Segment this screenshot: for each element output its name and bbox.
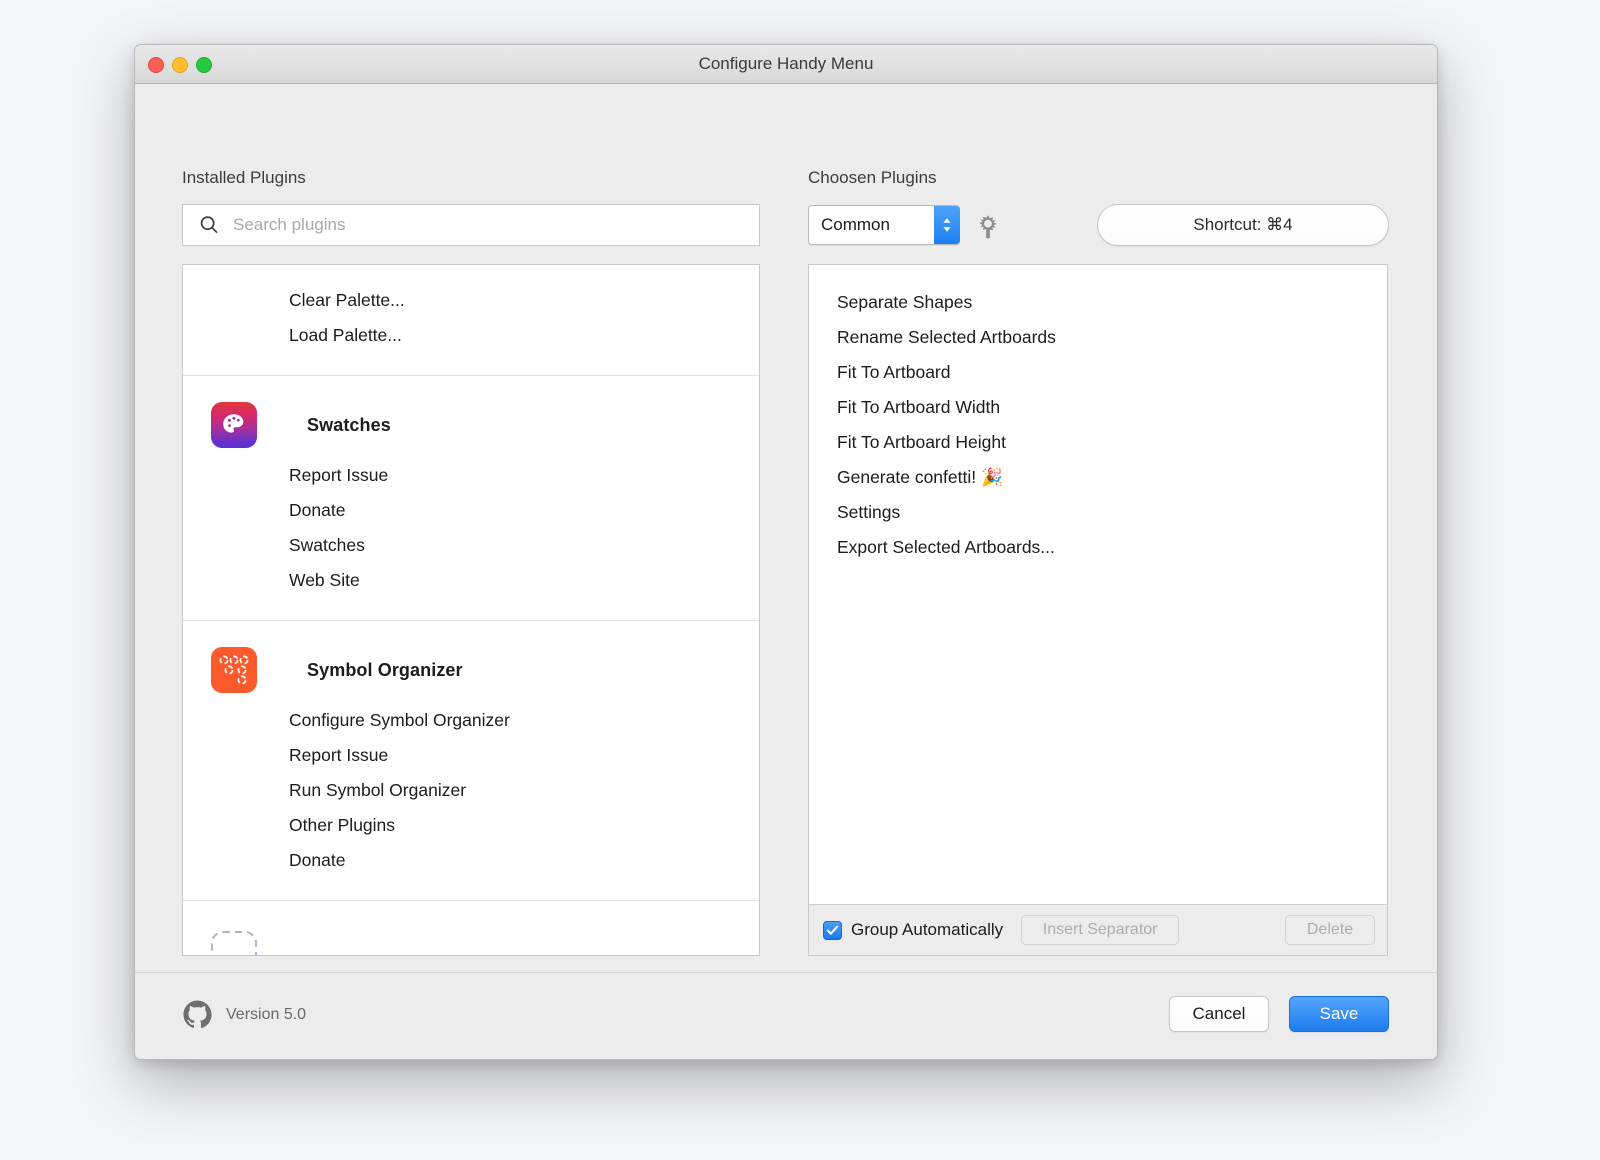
version-info: Version 5.0 (182, 999, 306, 1030)
list-item[interactable]: Donate (183, 843, 759, 878)
symbol-grid-icon (219, 655, 249, 685)
github-icon[interactable] (182, 999, 213, 1030)
menu-set-value: Common (821, 215, 890, 234)
menu-set-select[interactable]: Common (808, 205, 960, 245)
menu-settings-button[interactable] (975, 214, 1001, 240)
list-item[interactable]: Web Site (183, 563, 759, 598)
list-item[interactable]: Report Issue (183, 458, 759, 493)
dialog-body: Installed Plugins Clear Palette... Load … (135, 84, 1437, 972)
shortcut-button[interactable]: Shortcut: ⌘4 (1097, 204, 1389, 246)
delete-button[interactable]: Delete (1285, 915, 1375, 945)
choosen-plugins-label: Choosen Plugins (808, 168, 937, 187)
list-item[interactable]: Clear Palette... (183, 283, 759, 318)
list-item[interactable]: Swatches (183, 528, 759, 563)
dialog-footer: Version 5.0 Cancel Save (135, 972, 1437, 1059)
search-icon (200, 216, 218, 234)
insert-separator-button[interactable]: Insert Separator (1021, 915, 1180, 945)
list-item[interactable]: Donate (183, 493, 759, 528)
group-automatically-checkbox[interactable] (823, 920, 842, 940)
plugin-header: Symbol Organizer (183, 639, 759, 703)
list-item[interactable]: Separate Shapes (809, 285, 1387, 320)
save-button[interactable]: Save (1289, 996, 1389, 1032)
installed-plugins-label: Installed Plugins (182, 168, 306, 187)
list-item[interactable]: Fit To Artboard Height (809, 425, 1387, 460)
search-plugins-field[interactable] (182, 204, 760, 246)
plugin-header: Swatches (183, 394, 759, 458)
palette-icon (223, 414, 244, 433)
footer-buttons: Cancel Save (1169, 996, 1389, 1032)
configure-handy-menu-window: Configure Handy Menu Installed Plugins C… (134, 44, 1438, 1060)
window-title: Configure Handy Menu (698, 54, 874, 73)
plugin-group: Symbol Organizer Configure Symbol Organi… (183, 620, 759, 900)
plugin-name: Swatches (307, 414, 391, 435)
choosen-plugins-toolbar: Group Automatically Insert Separator Del… (809, 904, 1387, 955)
list-item[interactable]: Run Symbol Organizer (183, 773, 759, 808)
gear-icon (979, 215, 997, 239)
plugin-group-partial (183, 900, 759, 955)
list-item[interactable]: Load Palette... (183, 318, 759, 353)
window-titlebar: Configure Handy Menu (135, 45, 1437, 84)
chevron-updown-icon[interactable] (934, 206, 960, 244)
list-item[interactable]: Export Selected Artboards... (809, 530, 1387, 565)
choosen-plugins-panel: Separate Shapes Rename Selected Artboard… (808, 264, 1388, 956)
list-item[interactable]: Other Plugins (183, 808, 759, 843)
choosen-plugins-list[interactable]: Separate Shapes Rename Selected Artboard… (809, 265, 1387, 904)
plugin-group: Swatches Report Issue Donate Swatches We… (183, 375, 759, 620)
swatches-plugin-icon (211, 402, 257, 448)
group-automatically-label: Group Automatically (851, 920, 1004, 939)
partial-plugin-icon (211, 931, 257, 955)
list-item[interactable]: Settings (809, 495, 1387, 530)
plugin-name: Symbol Organizer (307, 659, 463, 680)
list-item[interactable]: Fit To Artboard Width (809, 390, 1387, 425)
installed-plugins-list[interactable]: Clear Palette... Load Palette... Swatche… (182, 264, 760, 956)
list-item[interactable]: Generate confetti! 🎉 (809, 460, 1387, 495)
list-item[interactable]: Rename Selected Artboards (809, 320, 1387, 355)
search-input[interactable] (231, 214, 715, 236)
checkmark-icon (826, 925, 839, 935)
cancel-button[interactable]: Cancel (1169, 996, 1269, 1032)
list-item[interactable]: Fit To Artboard (809, 355, 1387, 390)
version-label: Version 5.0 (226, 1005, 307, 1023)
plugin-group: Clear Palette... Load Palette... (183, 265, 759, 375)
list-item[interactable]: Report Issue (183, 738, 759, 773)
list-item[interactable]: Configure Symbol Organizer (183, 703, 759, 738)
symbol-organizer-plugin-icon (211, 647, 257, 693)
